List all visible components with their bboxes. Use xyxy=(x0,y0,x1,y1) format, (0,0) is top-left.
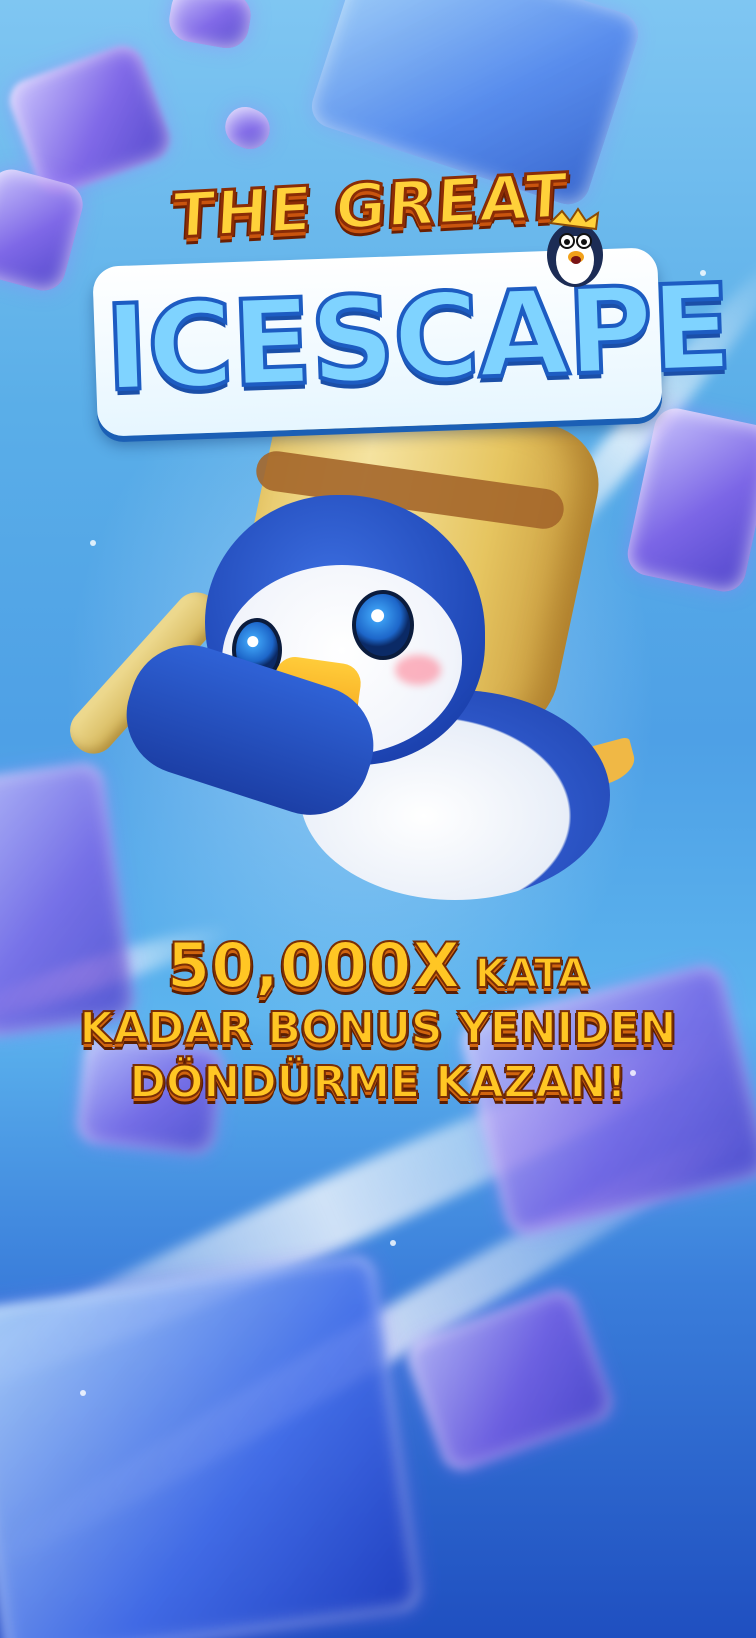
promo-banner: 50,000X KATA KADAR BONUS YENIDEN DÖNDÜRME… xyxy=(40,934,716,1108)
snowflake xyxy=(90,540,96,546)
promo-line-2: KADAR BONUS YENIDEN xyxy=(79,1003,678,1054)
small-penguin-icon xyxy=(547,207,603,287)
logo-title-top: THE GREAT xyxy=(169,157,571,253)
snowflake xyxy=(390,1240,396,1246)
ice-cube xyxy=(0,1252,424,1638)
promo-line-1-suffix: KATA xyxy=(474,951,590,997)
penguin-cheek xyxy=(395,655,441,685)
promo-line-1: 50,000X KATA xyxy=(40,934,716,998)
penguin-eye-right xyxy=(352,590,414,660)
ice-cube xyxy=(218,100,277,156)
game-logo: ICESCAPE THE GREAT xyxy=(92,157,734,475)
game-splash-screen: ICESCAPE THE GREAT 50,000X KATA KADAR BON… xyxy=(0,0,756,1638)
ice-cube xyxy=(165,0,255,52)
promo-multiplier: 50,000X xyxy=(166,929,462,1002)
promo-line-3: DÖNDÜRME KAZAN! xyxy=(128,1057,627,1108)
snowflake xyxy=(80,1390,86,1396)
